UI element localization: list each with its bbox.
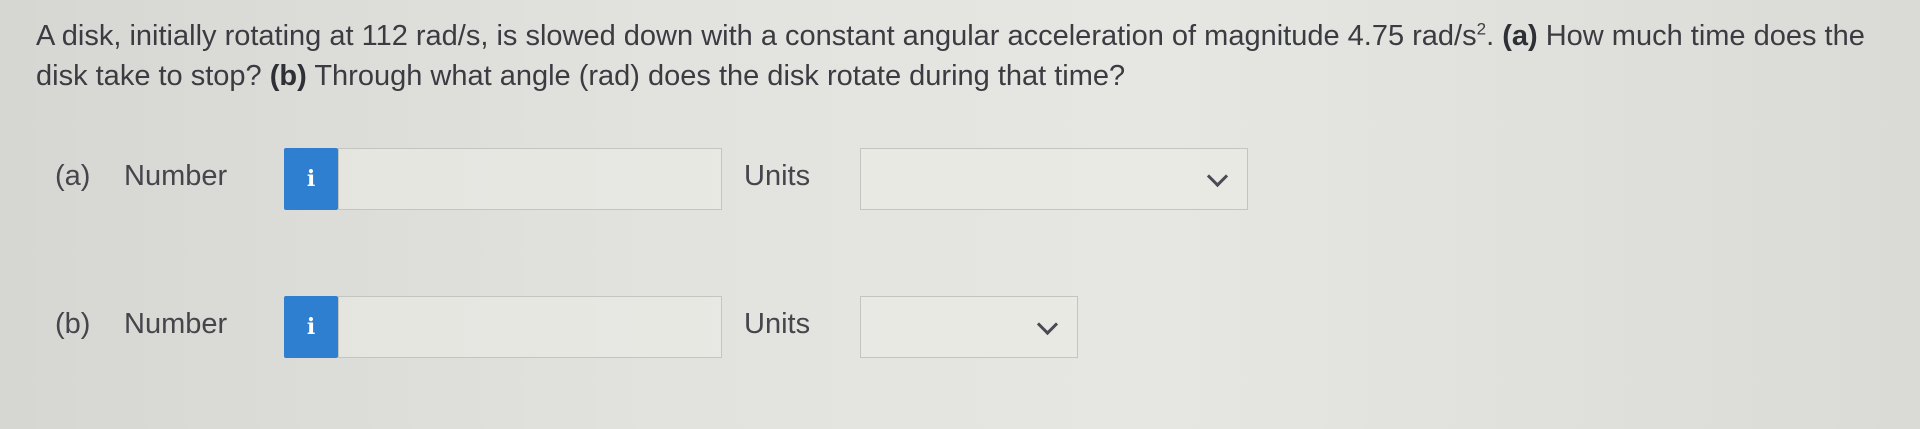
part-b-label: (b) xyxy=(55,308,91,340)
question-text: A disk, initially rotating at 112 rad/s,… xyxy=(36,16,1896,96)
units-dropdown-a[interactable] xyxy=(860,148,1248,210)
answer-row-b: (b) Number i Units xyxy=(0,296,1920,358)
part-a-marker: (a) xyxy=(1502,20,1538,52)
chevron-down-icon xyxy=(1206,165,1229,188)
number-input-b[interactable] xyxy=(338,296,722,358)
info-button-a[interactable]: i xyxy=(284,148,338,210)
part-a-label: (a) xyxy=(55,160,91,192)
info-icon: i xyxy=(306,166,316,192)
question-text-part-2: . xyxy=(1486,20,1503,52)
units-dropdown-b[interactable] xyxy=(860,296,1078,358)
part-b-marker: (b) xyxy=(269,60,307,92)
info-icon: i xyxy=(306,314,316,340)
exponent: 2 xyxy=(1476,19,1487,39)
answer-row-a: (a) Number i Units xyxy=(0,148,1920,210)
units-label-b: Units xyxy=(744,308,811,340)
number-label-a: Number xyxy=(124,160,228,192)
units-label-a: Units xyxy=(744,160,811,192)
info-button-b[interactable]: i xyxy=(284,296,338,358)
number-label-b: Number xyxy=(124,308,228,340)
question-text-part-1: A disk, initially rotating at 112 rad/s,… xyxy=(36,20,1477,52)
chevron-down-icon xyxy=(1036,313,1059,336)
question-text-part-4: Through what angle (rad) does the disk r… xyxy=(306,60,1126,92)
number-input-a[interactable] xyxy=(338,148,722,210)
